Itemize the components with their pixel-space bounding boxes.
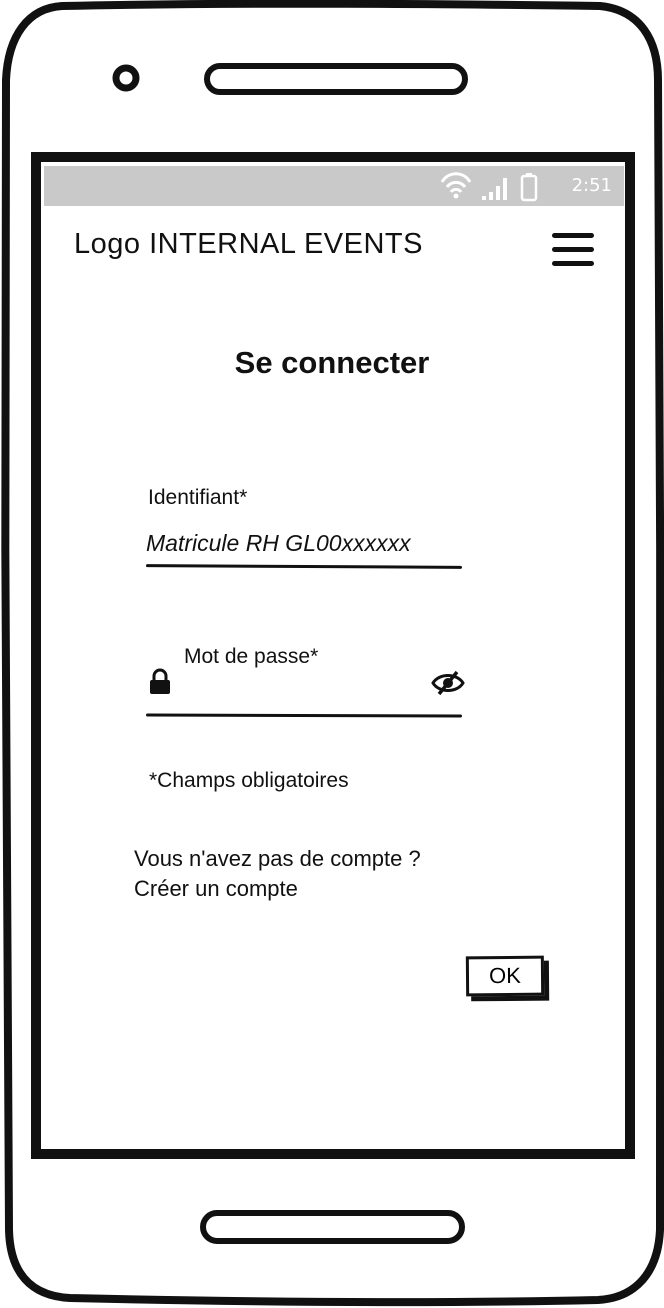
create-account-link[interactable]: Créer un compte [134, 876, 298, 902]
status-time: 2:51 [571, 175, 612, 196]
battery-icon [520, 173, 538, 202]
hamburger-menu-icon[interactable] [550, 230, 596, 270]
password-label: Mot de passe* [184, 645, 319, 668]
identifier-input[interactable] [146, 524, 462, 562]
required-fields-note: *Champs obligatoires [149, 769, 349, 792]
screen-bezel [31, 152, 635, 1159]
app-logo-title: Logo INTERNAL EVENTS [74, 228, 423, 260]
signal-icon [482, 178, 507, 200]
wifi-icon [440, 172, 472, 199]
page-title: Se connecter [234, 345, 430, 380]
ok-button[interactable]: OK [465, 955, 545, 997]
home-bar [200, 1210, 465, 1244]
status-icons [440, 172, 538, 202]
speaker-slot [204, 63, 468, 95]
identifier-label: Identifiant* [148, 486, 248, 509]
password-input[interactable] [182, 672, 422, 702]
front-camera [112, 64, 140, 92]
status-bar: 2:51 [44, 166, 624, 206]
eye-slash-icon[interactable] [430, 668, 466, 698]
lock-icon [150, 668, 170, 694]
no-account-text: Vous n'avez pas de compte ? [134, 846, 421, 871]
